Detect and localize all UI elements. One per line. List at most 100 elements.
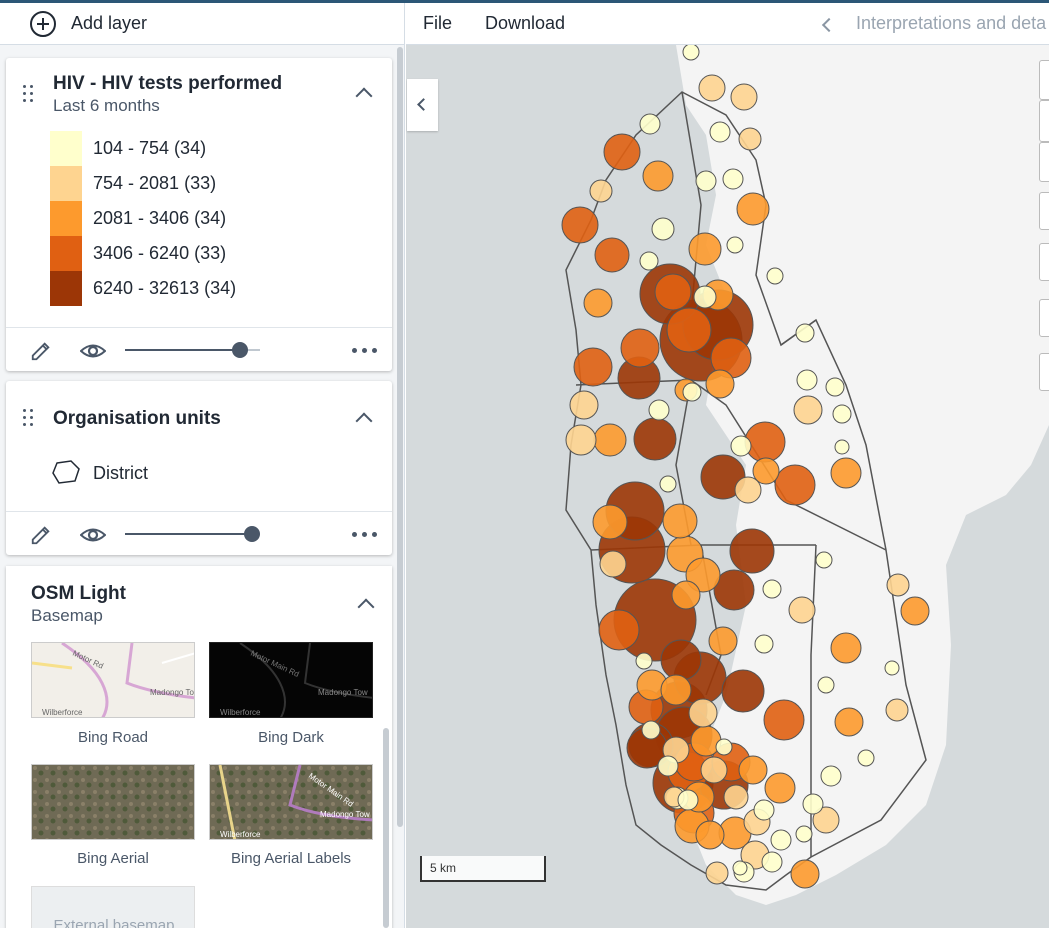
drag-handle-icon[interactable] bbox=[23, 409, 35, 429]
org-unit-circle[interactable] bbox=[583, 288, 613, 318]
measure-button[interactable] bbox=[1039, 353, 1049, 391]
org-unit-circle[interactable] bbox=[639, 113, 661, 135]
opacity-slider-thumb[interactable] bbox=[232, 342, 248, 358]
org-unit-circle[interactable] bbox=[734, 476, 762, 504]
org-unit-circle[interactable] bbox=[677, 789, 699, 811]
org-unit-circle[interactable] bbox=[793, 395, 823, 425]
basemap-option-bing-aerial[interactable] bbox=[31, 764, 195, 840]
org-unit-circle[interactable] bbox=[690, 725, 722, 757]
chevron-left-icon[interactable] bbox=[821, 17, 837, 33]
org-unit-circle[interactable] bbox=[790, 859, 820, 889]
org-unit-circle[interactable] bbox=[688, 698, 718, 728]
org-unit-circle[interactable] bbox=[766, 267, 784, 285]
org-unit-circle[interactable] bbox=[761, 851, 783, 873]
org-unit-circle[interactable] bbox=[795, 825, 813, 843]
edit-icon[interactable] bbox=[30, 340, 52, 362]
more-options-icon[interactable] bbox=[352, 348, 378, 354]
org-unit-circle[interactable] bbox=[723, 784, 749, 810]
org-unit-circle[interactable] bbox=[592, 504, 628, 540]
org-unit-circle[interactable] bbox=[598, 609, 640, 651]
org-unit-circle[interactable] bbox=[825, 377, 845, 397]
org-unit-circle[interactable] bbox=[820, 765, 842, 787]
org-unit-circle[interactable] bbox=[666, 307, 712, 353]
org-unit-circle[interactable] bbox=[705, 369, 735, 399]
org-unit-circle[interactable] bbox=[662, 503, 698, 539]
org-unit-circle[interactable] bbox=[682, 382, 702, 402]
org-unit-circle[interactable] bbox=[642, 160, 674, 192]
opacity-slider-thumb[interactable] bbox=[244, 526, 260, 542]
org-unit-circle[interactable] bbox=[641, 720, 661, 740]
org-unit-circle[interactable] bbox=[594, 237, 630, 273]
collapse-chevron-icon[interactable] bbox=[355, 412, 373, 430]
opacity-slider-track[interactable] bbox=[125, 349, 240, 351]
org-unit-circle[interactable] bbox=[569, 390, 599, 420]
org-unit-circle[interactable] bbox=[633, 417, 677, 461]
basemap-scrollbar[interactable] bbox=[383, 728, 389, 928]
org-unit-circle[interactable] bbox=[754, 634, 774, 654]
org-unit-circle[interactable] bbox=[753, 799, 775, 821]
visibility-icon[interactable] bbox=[80, 340, 106, 362]
org-unit-circle[interactable] bbox=[770, 829, 792, 851]
org-unit-circle[interactable] bbox=[659, 475, 677, 493]
org-unit-circle[interactable] bbox=[764, 772, 796, 804]
org-unit-circle[interactable] bbox=[657, 755, 679, 777]
org-unit-circle[interactable] bbox=[599, 550, 627, 578]
org-unit-circle[interactable] bbox=[688, 232, 722, 266]
org-unit-circle[interactable] bbox=[708, 626, 738, 656]
org-unit-circle[interactable] bbox=[726, 236, 744, 254]
org-unit-circle[interactable] bbox=[795, 323, 815, 343]
basemap-option-bing-dark[interactable]: Motor Main Rd Madongo Tow Wilberforce bbox=[209, 642, 373, 718]
more-options-icon[interactable] bbox=[352, 532, 378, 538]
basemap-option-external[interactable]: External basemap bbox=[31, 886, 195, 928]
org-unit-circle[interactable] bbox=[561, 206, 599, 244]
org-unit-circle[interactable] bbox=[830, 632, 862, 664]
org-unit-circle[interactable] bbox=[660, 639, 702, 681]
basemap-option-bing-aerial-labels[interactable]: Motor Main Rd Madongo Tow Wilberforce bbox=[209, 764, 373, 840]
org-unit-circle[interactable] bbox=[738, 127, 762, 151]
org-unit-circle[interactable] bbox=[648, 399, 670, 421]
search-button[interactable] bbox=[1039, 192, 1049, 230]
org-unit-circle[interactable] bbox=[832, 404, 852, 424]
org-unit-circle[interactable] bbox=[774, 464, 816, 506]
org-unit-circle[interactable] bbox=[900, 596, 930, 626]
org-unit-circle[interactable] bbox=[705, 861, 729, 885]
org-unit-circle[interactable] bbox=[730, 435, 752, 457]
org-unit-circle[interactable] bbox=[700, 756, 728, 784]
drag-handle-icon[interactable] bbox=[23, 85, 35, 105]
org-unit-circle[interactable] bbox=[762, 579, 782, 599]
org-unit-circle[interactable] bbox=[857, 749, 875, 767]
opacity-slider-track[interactable] bbox=[125, 533, 252, 535]
fit-bounds-button[interactable] bbox=[1039, 243, 1049, 281]
org-unit-circle[interactable] bbox=[732, 860, 748, 876]
collapse-chevron-icon[interactable] bbox=[357, 598, 375, 616]
org-unit-circle[interactable] bbox=[565, 424, 597, 456]
org-unit-circle[interactable] bbox=[671, 580, 701, 610]
org-unit-circle[interactable] bbox=[886, 573, 910, 597]
org-unit-circle[interactable] bbox=[738, 755, 768, 785]
collapse-panel-button[interactable] bbox=[407, 79, 438, 131]
org-unit-circle[interactable] bbox=[651, 217, 675, 241]
org-unit-circle[interactable] bbox=[695, 820, 725, 850]
org-unit-circle[interactable] bbox=[573, 347, 613, 387]
org-unit-circle[interactable] bbox=[603, 133, 641, 171]
org-unit-circle[interactable] bbox=[744, 421, 786, 463]
basemap-option-bing-road[interactable]: Motor Rd Madongo Tow Wilberforce bbox=[31, 642, 195, 718]
org-unit-circle[interactable] bbox=[830, 457, 862, 489]
org-unit-circle[interactable] bbox=[884, 660, 900, 676]
org-unit-circle[interactable] bbox=[736, 192, 770, 226]
collapse-chevron-icon[interactable] bbox=[355, 87, 373, 105]
org-unit-circle[interactable] bbox=[815, 551, 833, 569]
org-unit-circle[interactable] bbox=[620, 328, 660, 368]
org-unit-circle[interactable] bbox=[635, 652, 653, 670]
interpretations-toggle[interactable]: Interpretations and deta bbox=[856, 13, 1046, 34]
zoom-in-button[interactable] bbox=[1039, 60, 1049, 100]
org-unit-circle[interactable] bbox=[722, 168, 744, 190]
org-unit-circle[interactable] bbox=[682, 43, 700, 61]
org-unit-circle[interactable] bbox=[834, 439, 850, 455]
org-unit-circle[interactable] bbox=[698, 74, 726, 102]
org-unit-circle[interactable] bbox=[834, 707, 864, 737]
visibility-icon[interactable] bbox=[80, 524, 106, 546]
zoom-out-button[interactable] bbox=[1039, 100, 1049, 142]
fullscreen-button[interactable] bbox=[1039, 299, 1049, 337]
org-unit-circle[interactable] bbox=[715, 738, 733, 756]
